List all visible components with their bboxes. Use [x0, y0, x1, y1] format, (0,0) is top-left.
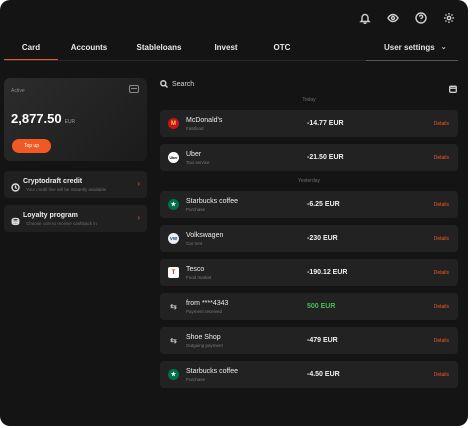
top-up-button[interactable]: Top up — [12, 139, 51, 153]
transaction-amount: -21.50 EUR — [307, 154, 344, 161]
gear-icon[interactable] — [442, 11, 456, 25]
transaction-amount: -190.12 EUR — [307, 269, 348, 276]
mcdonalds-logo-icon: M — [168, 118, 179, 129]
chevron-right-icon: › — [137, 179, 140, 188]
starbucks-logo-icon: ★ — [168, 369, 179, 380]
transaction-category: Fastfood — [186, 126, 204, 131]
transaction-name: McDonald's — [186, 117, 223, 124]
header-icons — [358, 11, 456, 25]
refresh-icon — [11, 179, 20, 192]
date-label-yesterday: Yesterday — [297, 178, 321, 184]
promo-subtitle: Your credit line will be instantly avail… — [26, 187, 107, 192]
user-settings-dropdown[interactable]: User settings ⌄ — [366, 41, 458, 61]
calendar-icon[interactable] — [449, 80, 457, 93]
starbucks-logo-icon: ★ — [168, 199, 179, 210]
transaction-name: Starbucks coffee — [186, 368, 239, 375]
card-chip-icon — [129, 85, 139, 93]
transaction-name: Starbucks coffee — [186, 198, 239, 205]
card-balance: 2,877.50 EUR — [11, 111, 75, 126]
transaction-category: Outgoing payment — [186, 343, 223, 348]
tab-invest[interactable]: Invest — [198, 41, 254, 61]
app-window: Card Accounts Stableloans Invest OTC Use… — [0, 0, 468, 426]
transaction-name: Uber — [186, 151, 202, 158]
details-link[interactable]: Details — [434, 304, 449, 310]
transaction-amount: -479 EUR — [307, 337, 338, 344]
promo-title: Loyalty program — [23, 212, 78, 219]
transaction-row[interactable]: ⇆ Shoe Shop Outgoing payment -479 EUR De… — [160, 327, 458, 354]
eye-icon[interactable] — [386, 11, 400, 25]
transfer-icon: ⇆ — [170, 336, 177, 345]
chevron-down-icon: ⌄ — [440, 44, 447, 51]
transaction-category: Taxi service — [186, 160, 210, 165]
payment-card[interactable]: Active 2,877.50 EUR Top up — [4, 78, 147, 161]
transaction-row[interactable]: M McDonald's Fastfood -14.77 EUR Details — [160, 110, 458, 137]
transaction-category: Car rent — [186, 241, 203, 246]
transaction-row[interactable]: T Tesco Food market -190.12 EUR Details — [160, 259, 458, 286]
transaction-amount: -14.77 EUR — [307, 120, 344, 127]
tab-accounts[interactable]: Accounts — [58, 41, 120, 61]
details-link[interactable]: Details — [434, 270, 449, 276]
details-link[interactable]: Details — [434, 202, 449, 208]
chevron-right-icon: › — [137, 213, 140, 222]
details-link[interactable]: Details — [434, 372, 449, 378]
transaction-row[interactable]: ⇆ from ****4343 Payment received 500 EUR… — [160, 293, 458, 320]
transaction-amount: 500 EUR — [307, 303, 336, 310]
bell-icon[interactable] — [358, 11, 372, 25]
volkswagen-logo-icon: VW — [168, 233, 179, 244]
details-link[interactable]: Details — [434, 338, 449, 344]
transaction-name: Shoe Shop — [186, 334, 221, 341]
date-label-today: Today — [302, 97, 316, 103]
card-balance-amount: 2,877.50 — [11, 111, 62, 126]
search-bar[interactable]: Search — [160, 78, 440, 90]
search-icon — [160, 80, 168, 88]
card-status: Active — [11, 88, 25, 94]
transaction-amount: -230 EUR — [307, 235, 338, 242]
user-settings-label: User settings — [384, 43, 435, 52]
transaction-category: Purchase — [186, 377, 206, 382]
help-icon[interactable] — [414, 11, 428, 25]
loyalty-program-item[interactable]: Loyalty program Choose coin to receive c… — [4, 205, 147, 232]
cryptodraft-credit-item[interactable]: Cryptodraft credit Your credit line will… — [4, 171, 147, 198]
uber-logo-icon: Uber — [168, 152, 179, 163]
coins-icon — [11, 213, 20, 226]
promo-title: Cryptodraft credit — [23, 178, 83, 185]
transaction-amount: -4.50 EUR — [307, 371, 340, 378]
transaction-name: from ****4343 — [186, 300, 229, 307]
transaction-row[interactable]: ★ Starbucks coffee Purchase -6.25 EUR De… — [160, 191, 458, 218]
tesco-logo-icon: T — [168, 267, 179, 278]
details-link[interactable]: Details — [434, 155, 449, 161]
promo-subtitle: Choose coin to receive cashback in — [26, 221, 97, 226]
transaction-row[interactable]: Uber Uber Taxi service -21.50 EUR Detail… — [160, 144, 458, 171]
transaction-row[interactable]: ★ Starbucks coffee Purchase -4.50 EUR De… — [160, 361, 458, 388]
transaction-amount: -6.25 EUR — [307, 201, 340, 208]
transaction-category: Food market — [186, 275, 212, 280]
search-input[interactable]: Search — [172, 81, 194, 88]
transaction-category: Payment received — [186, 309, 223, 314]
transaction-row[interactable]: VW Volkswagen Car rent -230 EUR Details — [160, 225, 458, 252]
tab-stableloans[interactable]: Stableloans — [120, 41, 198, 61]
transfer-icon: ⇆ — [170, 302, 177, 311]
card-currency: EUR — [64, 119, 76, 125]
details-link[interactable]: Details — [434, 236, 449, 242]
details-link[interactable]: Details — [434, 121, 449, 127]
transaction-name: Volkswagen — [186, 232, 224, 239]
transaction-category: Purchase — [186, 207, 206, 212]
tab-card[interactable]: Card — [4, 41, 58, 61]
transaction-name: Tesco — [186, 266, 205, 273]
tab-otc[interactable]: OTC — [254, 41, 310, 61]
